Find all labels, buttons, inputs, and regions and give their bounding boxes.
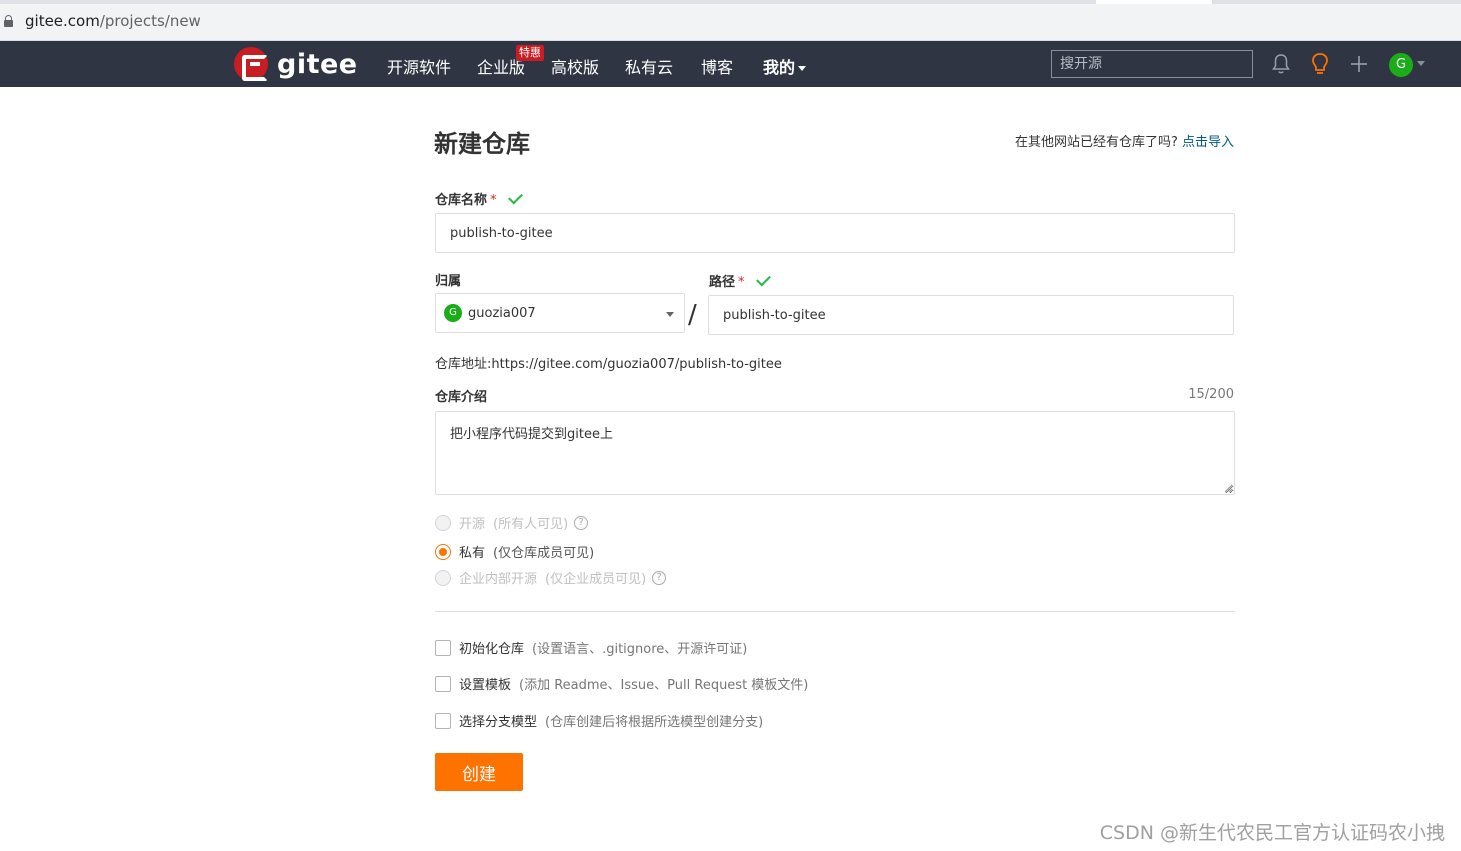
nav-item-mine-label: 我的 bbox=[763, 58, 796, 77]
user-avatar[interactable]: G bbox=[1389, 53, 1413, 77]
checkbox[interactable] bbox=[435, 639, 451, 656]
plus-icon[interactable] bbox=[1349, 54, 1369, 74]
url-path: /projects/new bbox=[99, 12, 201, 30]
visibility-note: (仅企业成员可见) bbox=[545, 572, 647, 587]
desc-label: 仓库介绍 bbox=[435, 390, 488, 405]
search-input[interactable] bbox=[1051, 50, 1253, 78]
path-input[interactable]: publish-to-gitee bbox=[708, 295, 1234, 335]
checkbox[interactable] bbox=[435, 675, 451, 692]
path-value: publish-to-gitee bbox=[723, 307, 826, 323]
nav-item-blog[interactable]: 博客 bbox=[701, 54, 733, 78]
nav-item-education[interactable]: 高校版 bbox=[551, 54, 599, 78]
nav-item-open-source[interactable]: 开源软件 bbox=[387, 54, 451, 78]
import-hint-text: 在其他网站已经有仓库了吗? bbox=[1014, 135, 1178, 150]
browser-active-tab[interactable] bbox=[1096, 0, 1212, 4]
path-label: 路径 * bbox=[709, 271, 771, 290]
browser-tab-strip bbox=[0, 0, 1461, 4]
path-separator: / bbox=[688, 300, 697, 330]
visibility-enterprise[interactable]: 企业内部开源 (仅企业成员可见) ? bbox=[435, 568, 667, 587]
browser-address-bar: gitee.com/projects/new bbox=[0, 0, 1461, 41]
desc-counter: 15/200 bbox=[1188, 387, 1234, 402]
repo-name-value: publish-to-gitee bbox=[450, 225, 553, 241]
option-label: 初始化仓库 bbox=[459, 642, 525, 657]
option-label: 设置模板 bbox=[459, 678, 512, 693]
visibility-label: 开源 bbox=[459, 517, 486, 532]
repo-name-label: 仓库名称 * bbox=[435, 189, 523, 208]
nav-item-private-cloud[interactable]: 私有云 bbox=[625, 54, 673, 78]
repo-url: 仓库地址:https://gitee.com/guozia007/publish… bbox=[435, 357, 782, 372]
option-template[interactable]: 设置模板 (添加 Readme、Issue、Pull Request 模板文件) bbox=[435, 674, 808, 693]
owner-select[interactable]: G guozia007 bbox=[435, 293, 685, 333]
path-label-text: 路径 bbox=[709, 275, 736, 290]
visibility-label: 企业内部开源 bbox=[459, 572, 538, 587]
watermark: CSDN @新生代农民工官方认证码农小拽 bbox=[1099, 822, 1445, 844]
avatar-chevron-down-icon[interactable] bbox=[1417, 61, 1425, 66]
url-host: gitee.com bbox=[25, 12, 100, 30]
gitee-logo[interactable]: gitee bbox=[234, 47, 358, 81]
repo-name-input[interactable]: publish-to-gitee bbox=[435, 213, 1235, 253]
chevron-down-icon bbox=[666, 312, 674, 317]
lightbulb-icon[interactable] bbox=[1311, 52, 1329, 76]
create-button[interactable]: 创建 bbox=[435, 753, 523, 791]
option-note: (设置语言、.gitignore、开源许可证) bbox=[532, 642, 748, 657]
help-icon[interactable]: ? bbox=[652, 570, 667, 585]
check-icon bbox=[507, 189, 523, 205]
checkbox[interactable] bbox=[435, 712, 451, 729]
radio-button[interactable] bbox=[435, 543, 451, 560]
required-mark: * bbox=[738, 275, 745, 290]
import-hint: 在其他网站已经有仓库了吗? 点击导入 bbox=[1015, 131, 1234, 150]
import-link[interactable]: 点击导入 bbox=[1182, 135, 1234, 150]
nav-item-mine[interactable]: 我的 bbox=[763, 54, 807, 78]
help-icon[interactable]: ? bbox=[574, 515, 589, 530]
lock-icon[interactable] bbox=[4, 15, 13, 27]
option-note: (添加 Readme、Issue、Pull Request 模板文件) bbox=[519, 678, 809, 693]
visibility-note: (所有人可见) bbox=[493, 517, 569, 532]
option-branch-model[interactable]: 选择分支模型 (仓库创建后将根据所选模型创建分支) bbox=[435, 711, 763, 730]
required-mark: * bbox=[490, 193, 497, 208]
bell-icon[interactable] bbox=[1272, 53, 1290, 75]
radio-button[interactable] bbox=[435, 514, 451, 531]
promo-badge: 特惠 bbox=[516, 45, 544, 61]
divider bbox=[435, 611, 1235, 612]
visibility-open-source[interactable]: 开源 (所有人可见) ? bbox=[435, 513, 589, 532]
page-title: 新建仓库 bbox=[434, 130, 530, 158]
gitee-logo-text: gitee bbox=[277, 48, 358, 80]
option-label: 选择分支模型 bbox=[459, 715, 538, 730]
owner-avatar: G bbox=[444, 304, 462, 322]
gitee-logo-icon bbox=[234, 47, 268, 81]
resize-grip-icon[interactable] bbox=[1224, 484, 1233, 493]
radio-button[interactable] bbox=[435, 569, 451, 586]
visibility-note: (仅仓库成员可见) bbox=[493, 546, 595, 561]
option-init-repo[interactable]: 初始化仓库 (设置语言、.gitignore、开源许可证) bbox=[435, 638, 747, 657]
repo-name-label-text: 仓库名称 bbox=[435, 193, 488, 208]
url-field[interactable]: gitee.com/projects/new bbox=[25, 12, 201, 30]
chevron-down-icon bbox=[798, 66, 807, 71]
owner-label: 归属 bbox=[435, 274, 462, 289]
visibility-private[interactable]: 私有 (仅仓库成员可见) bbox=[435, 542, 594, 561]
owner-value: guozia007 bbox=[468, 305, 536, 321]
visibility-label: 私有 bbox=[459, 546, 486, 561]
check-icon bbox=[755, 271, 771, 287]
option-note: (仓库创建后将根据所选模型创建分支) bbox=[545, 715, 764, 730]
desc-textarea[interactable]: 把小程序代码提交到gitee上 bbox=[435, 411, 1235, 495]
